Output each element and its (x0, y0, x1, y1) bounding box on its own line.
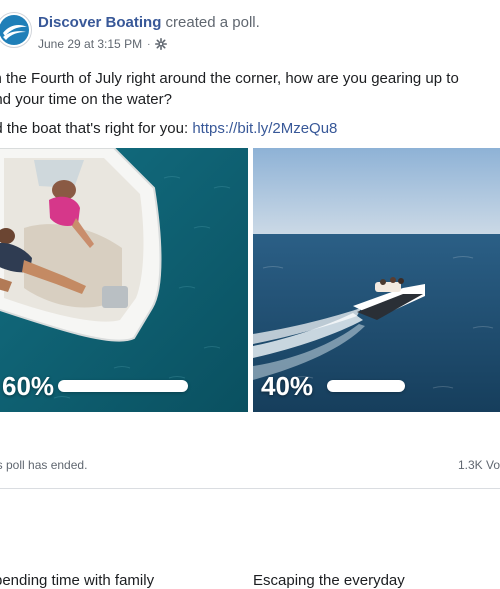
poll-post-card: Discover Boating created a poll. June 29… (0, 0, 500, 589)
discover-boating-logo-icon (0, 15, 29, 45)
post-body-text: ith the Fourth of July right around the … (0, 68, 459, 139)
poll-option-1-bar (58, 380, 188, 392)
poll-option-2[interactable]: 40% (253, 148, 500, 412)
meta-separator: · (147, 38, 151, 50)
post-link[interactable]: https://bit.ly/2MzeQu8 (192, 120, 337, 137)
post-text-prefix: nd the boat that's right for you: (0, 120, 193, 137)
poll-option-1[interactable]: 60% (0, 148, 248, 412)
post-action-text: created a poll. (165, 14, 260, 31)
page-name-link[interactable]: Discover Boating (38, 14, 161, 31)
page-avatar[interactable] (0, 12, 32, 48)
poll-option-1-label: pending time with family (0, 572, 155, 589)
poll-option-2-label: Escaping the everyday (253, 572, 405, 589)
poll-option-1-percent: 60% (2, 371, 55, 401)
post-meta: June 29 at 3:15 PM · (38, 37, 168, 51)
card-divider (0, 488, 500, 489)
poll-options: 60% 40% pending time with family Escapin… (0, 148, 500, 589)
post-text-line: nd the boat that's right for you: https:… (0, 118, 459, 139)
post-timestamp[interactable]: June 29 at 3:15 PM (38, 37, 142, 51)
poll-option-2-bar (327, 380, 405, 392)
post-header: Discover Boating created a poll. (38, 14, 260, 32)
post-text-line: ith the Fourth of July right around the … (0, 70, 459, 87)
gear-icon[interactable] (155, 38, 168, 50)
post-text-line: end your time on the water? (0, 91, 172, 108)
poll-vote-count[interactable]: 1.3K Vo (458, 458, 500, 472)
poll-status: is poll has ended. (0, 458, 88, 472)
poll-option-2-percent: 40% (261, 371, 314, 401)
